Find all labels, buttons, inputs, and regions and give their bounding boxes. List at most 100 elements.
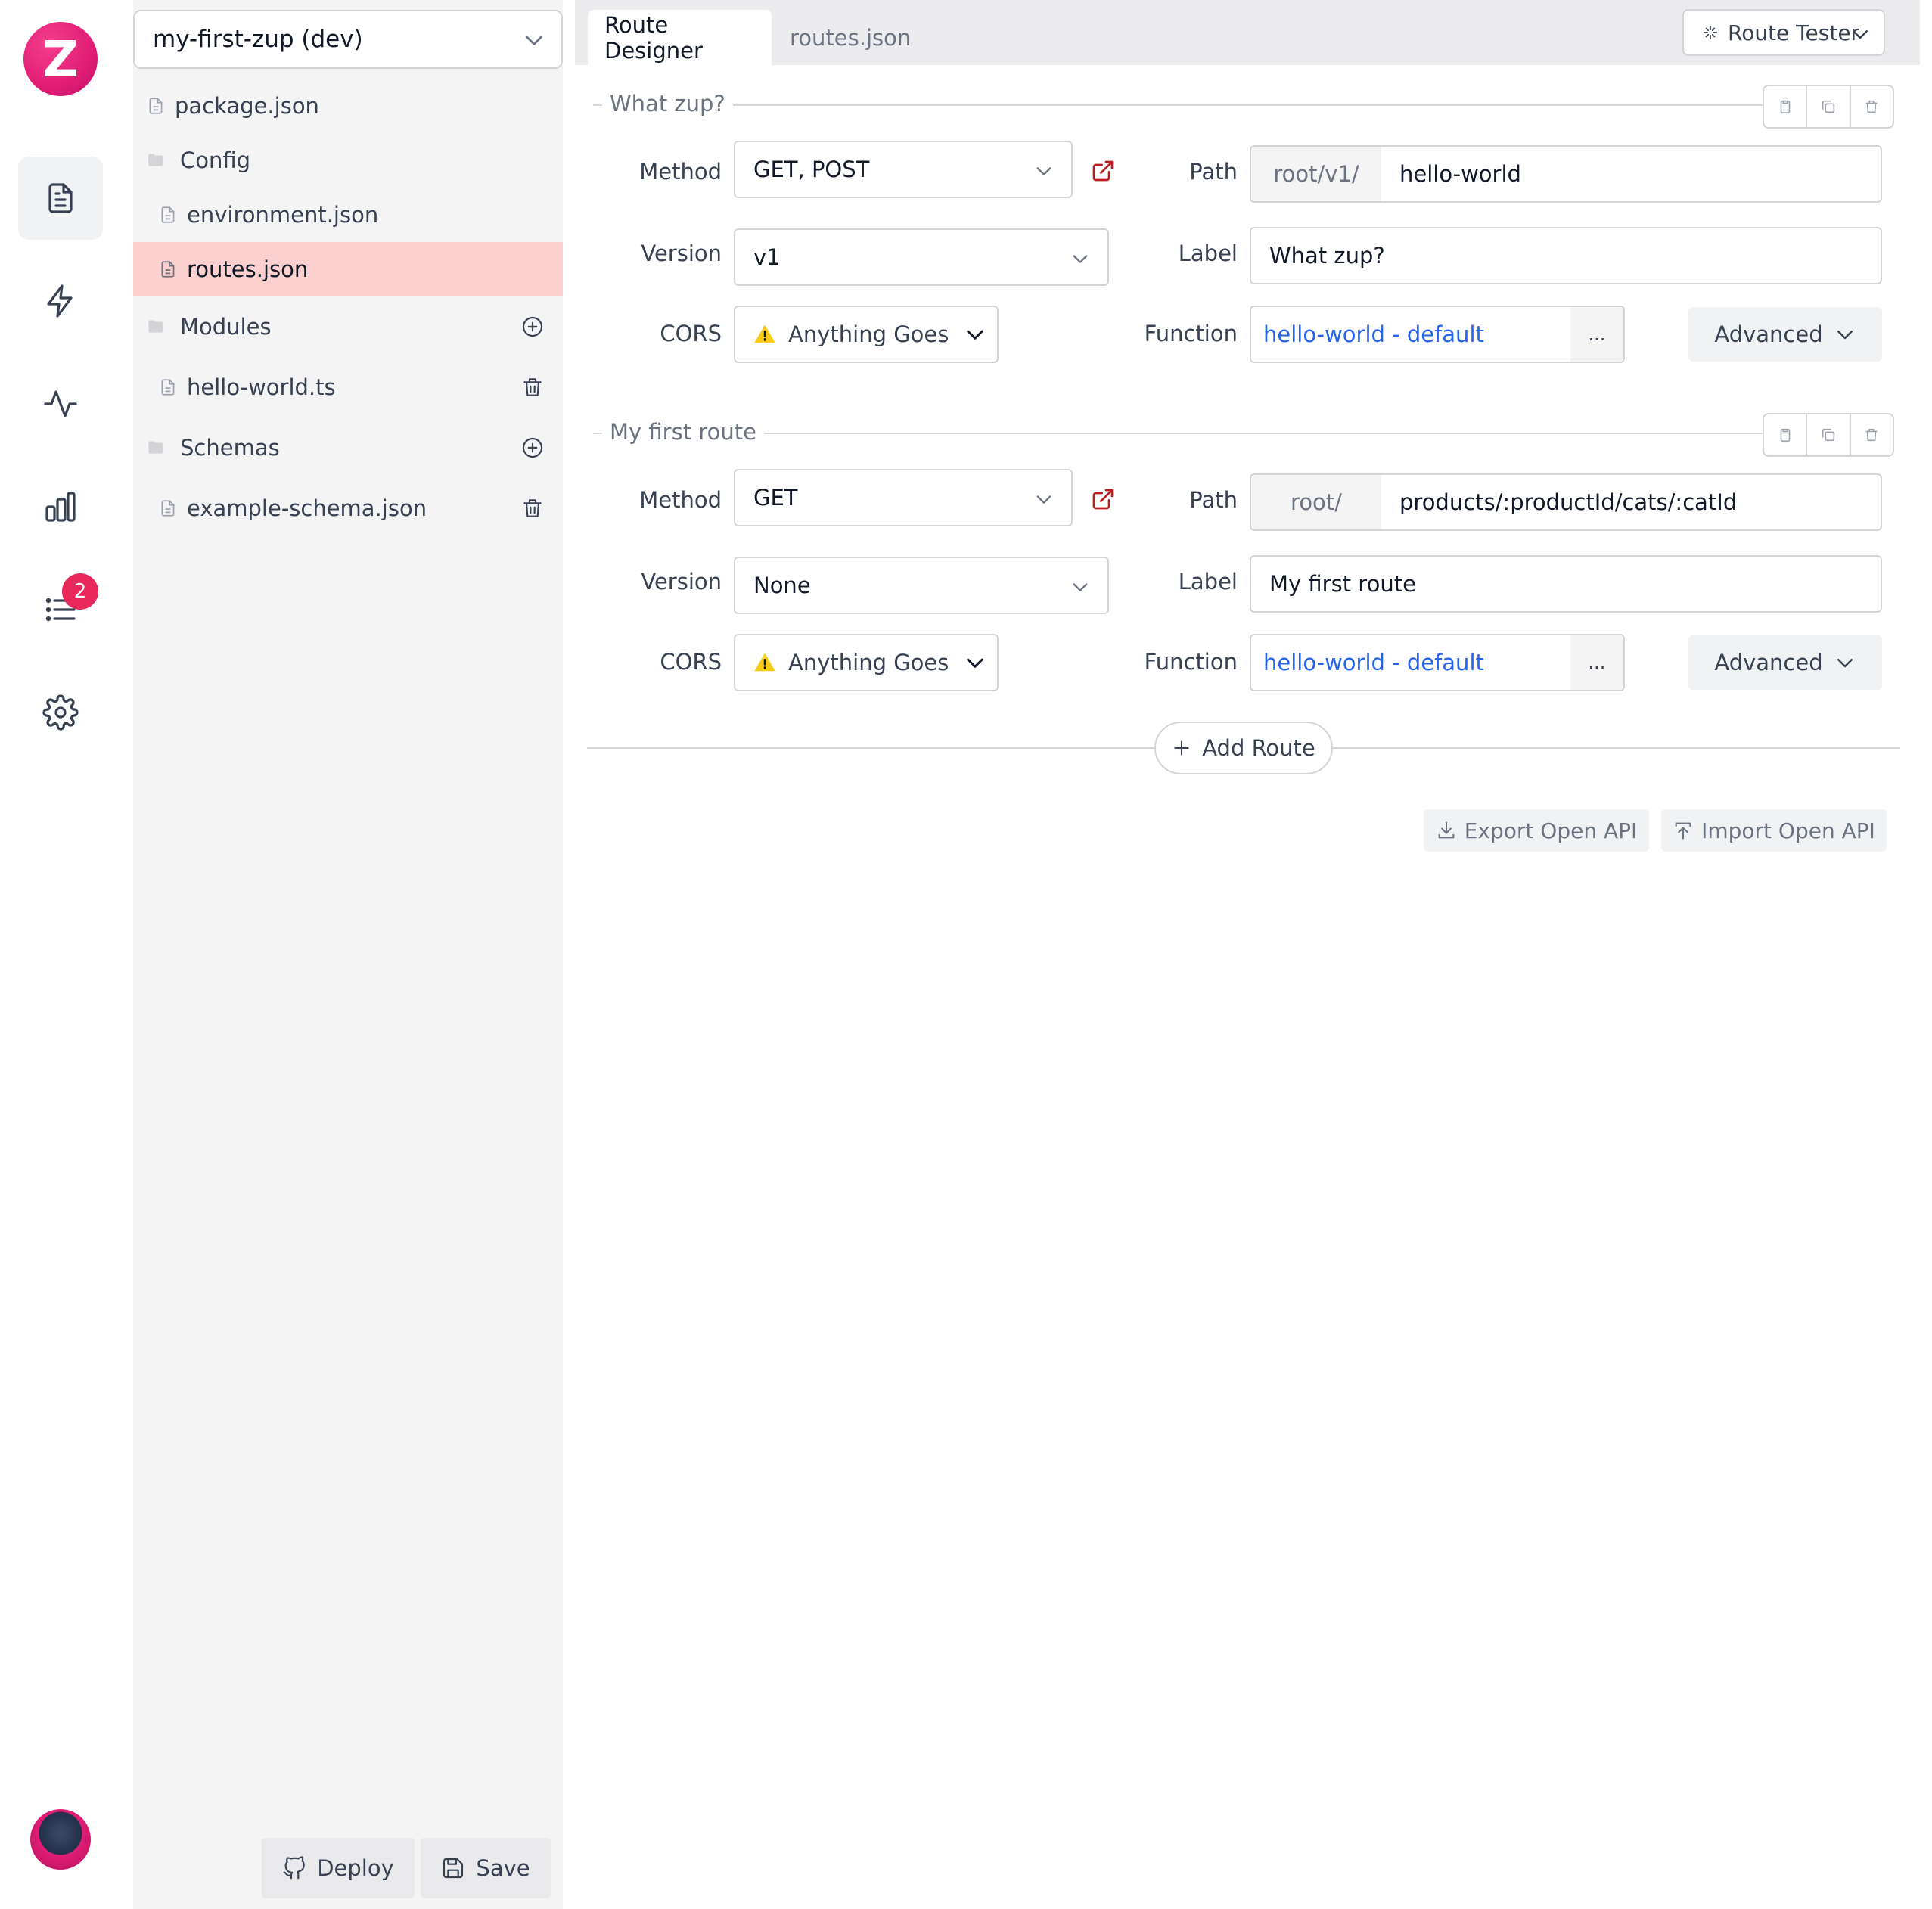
label-input[interactable]: What zup? <box>1250 227 1882 284</box>
file-item-example-schema-json[interactable]: example-schema.json <box>133 481 563 535</box>
file-icon <box>161 379 175 396</box>
function-label: Function <box>1144 649 1238 675</box>
version-label: Version <box>641 241 722 266</box>
route-tester-button[interactable]: Route Tester <box>1682 9 1885 56</box>
project-select[interactable]: my-first-zup (dev) <box>133 10 563 69</box>
file-name: package.json <box>175 93 319 119</box>
project-name: my-first-zup (dev) <box>153 26 363 53</box>
external-link-icon[interactable] <box>1091 159 1115 183</box>
nav-settings[interactable] <box>18 671 103 754</box>
function-link[interactable]: hello-world - default <box>1250 634 1572 691</box>
path-value: hello-world <box>1399 161 1521 187</box>
delete-route-button[interactable] <box>1851 86 1893 127</box>
nav-files[interactable] <box>18 157 103 240</box>
duplicate-icon <box>1822 100 1835 113</box>
cors-dropdown[interactable] <box>953 634 999 691</box>
save-icon <box>443 1858 464 1879</box>
chevron-down-icon <box>1837 659 1853 668</box>
cors-policy-button[interactable]: Anything Goes <box>734 634 955 691</box>
add-route-button[interactable]: Add Route <box>1154 722 1333 774</box>
advanced-button[interactable]: Advanced <box>1688 307 1882 362</box>
nav-activity[interactable] <box>18 362 103 445</box>
path-label: Path <box>1189 159 1238 185</box>
version-select[interactable]: v1 <box>734 228 1109 286</box>
folder-item-schemas[interactable]: Schemas <box>133 421 563 475</box>
version-label: Version <box>641 569 722 594</box>
app-root: Z 2 my-first-zup (dev) package.json Conf… <box>0 0 1932 1909</box>
cors-value: Anything Goes <box>788 650 949 675</box>
chevron-down-icon <box>1036 167 1051 175</box>
method-label: Method <box>639 159 722 185</box>
plus-icon <box>1174 740 1189 756</box>
route-title: What zup? <box>602 91 733 116</box>
analytics-icon <box>45 492 76 522</box>
nav-analytics[interactable] <box>18 465 103 548</box>
path-input[interactable]: hello-world <box>1381 145 1882 203</box>
function-label: Function <box>1144 321 1238 346</box>
clipboard-icon <box>1780 100 1790 114</box>
advanced-label: Advanced <box>1714 321 1823 347</box>
trash-icon[interactable] <box>520 375 545 399</box>
copy-route-button[interactable] <box>1764 414 1808 455</box>
file-name: example-schema.json <box>187 495 427 521</box>
method-select[interactable]: GET, POST <box>734 141 1073 198</box>
chevron-down-icon <box>1853 30 1868 39</box>
folder-item-config[interactable]: Config <box>133 133 563 188</box>
duplicate-route-button[interactable] <box>1807 86 1851 127</box>
logs-badge: 2 <box>62 573 98 610</box>
method-select[interactable]: GET <box>734 469 1073 526</box>
trash-icon <box>1865 428 1878 442</box>
add-circle-icon[interactable] <box>520 315 545 339</box>
path-label: Path <box>1189 487 1238 513</box>
folder-name: Schemas <box>180 435 280 461</box>
file-icon <box>149 98 163 114</box>
export-openapi-label: Export Open API <box>1464 818 1638 843</box>
file-item-routes-json[interactable]: routes.json <box>133 242 563 296</box>
trash-icon[interactable] <box>520 496 545 520</box>
save-button[interactable]: Save <box>421 1838 551 1898</box>
version-select[interactable]: None <box>734 557 1109 614</box>
path-value: products/:productId/cats/:catId <box>1399 489 1738 515</box>
zuplo-logo[interactable]: Z <box>23 22 98 96</box>
copy-route-button[interactable] <box>1764 86 1808 127</box>
method-value: GET <box>753 485 798 511</box>
add-circle-icon[interactable] <box>520 436 545 460</box>
folder-item-modules[interactable]: Modules <box>133 300 563 354</box>
version-value: v1 <box>753 244 781 270</box>
path-input[interactable]: products/:productId/cats/:catId <box>1381 473 1882 531</box>
deploy-button[interactable]: Deploy <box>262 1838 415 1898</box>
cors-policy-button[interactable]: Anything Goes <box>734 306 955 363</box>
cors-dropdown[interactable] <box>953 306 999 363</box>
file-item-package-json[interactable]: package.json <box>133 79 563 133</box>
nav-functions[interactable] <box>18 259 103 343</box>
function-picker-button[interactable]: ... <box>1570 634 1625 691</box>
clipboard-icon <box>1780 428 1790 442</box>
folder-icon <box>148 154 163 166</box>
import-openapi-button[interactable]: Import Open API <box>1661 809 1887 852</box>
file-item-hello-world-ts[interactable]: hello-world.ts <box>133 360 563 414</box>
tab-routes-json[interactable]: routes.json <box>773 10 927 65</box>
route-tester-label: Route Tester <box>1728 20 1860 45</box>
github-icon <box>283 1856 305 1880</box>
chevron-down-icon <box>526 36 542 45</box>
label-input[interactable]: My first route <box>1250 555 1882 613</box>
tab-route-designer[interactable]: Route Designer <box>588 10 772 65</box>
download-icon <box>1438 821 1455 839</box>
folder-name: Modules <box>180 314 272 340</box>
settings-icon <box>42 694 79 731</box>
function-picker-button[interactable]: ... <box>1570 306 1625 363</box>
cors-label: CORS <box>660 649 722 675</box>
export-openapi-button[interactable]: Export Open API <box>1424 809 1649 852</box>
duplicate-route-button[interactable] <box>1807 414 1851 455</box>
activity-icon <box>44 390 77 417</box>
folder-icon <box>148 320 163 333</box>
external-link-icon[interactable] <box>1091 487 1115 511</box>
warning-icon <box>754 653 775 672</box>
label-value: My first route <box>1269 571 1416 597</box>
advanced-button[interactable]: Advanced <box>1688 635 1882 690</box>
delete-route-button[interactable] <box>1851 414 1893 455</box>
file-name: hello-world.ts <box>187 374 336 400</box>
user-avatar[interactable] <box>30 1809 91 1870</box>
function-link[interactable]: hello-world - default <box>1250 306 1572 363</box>
file-item-environment-json[interactable]: environment.json <box>133 188 563 242</box>
